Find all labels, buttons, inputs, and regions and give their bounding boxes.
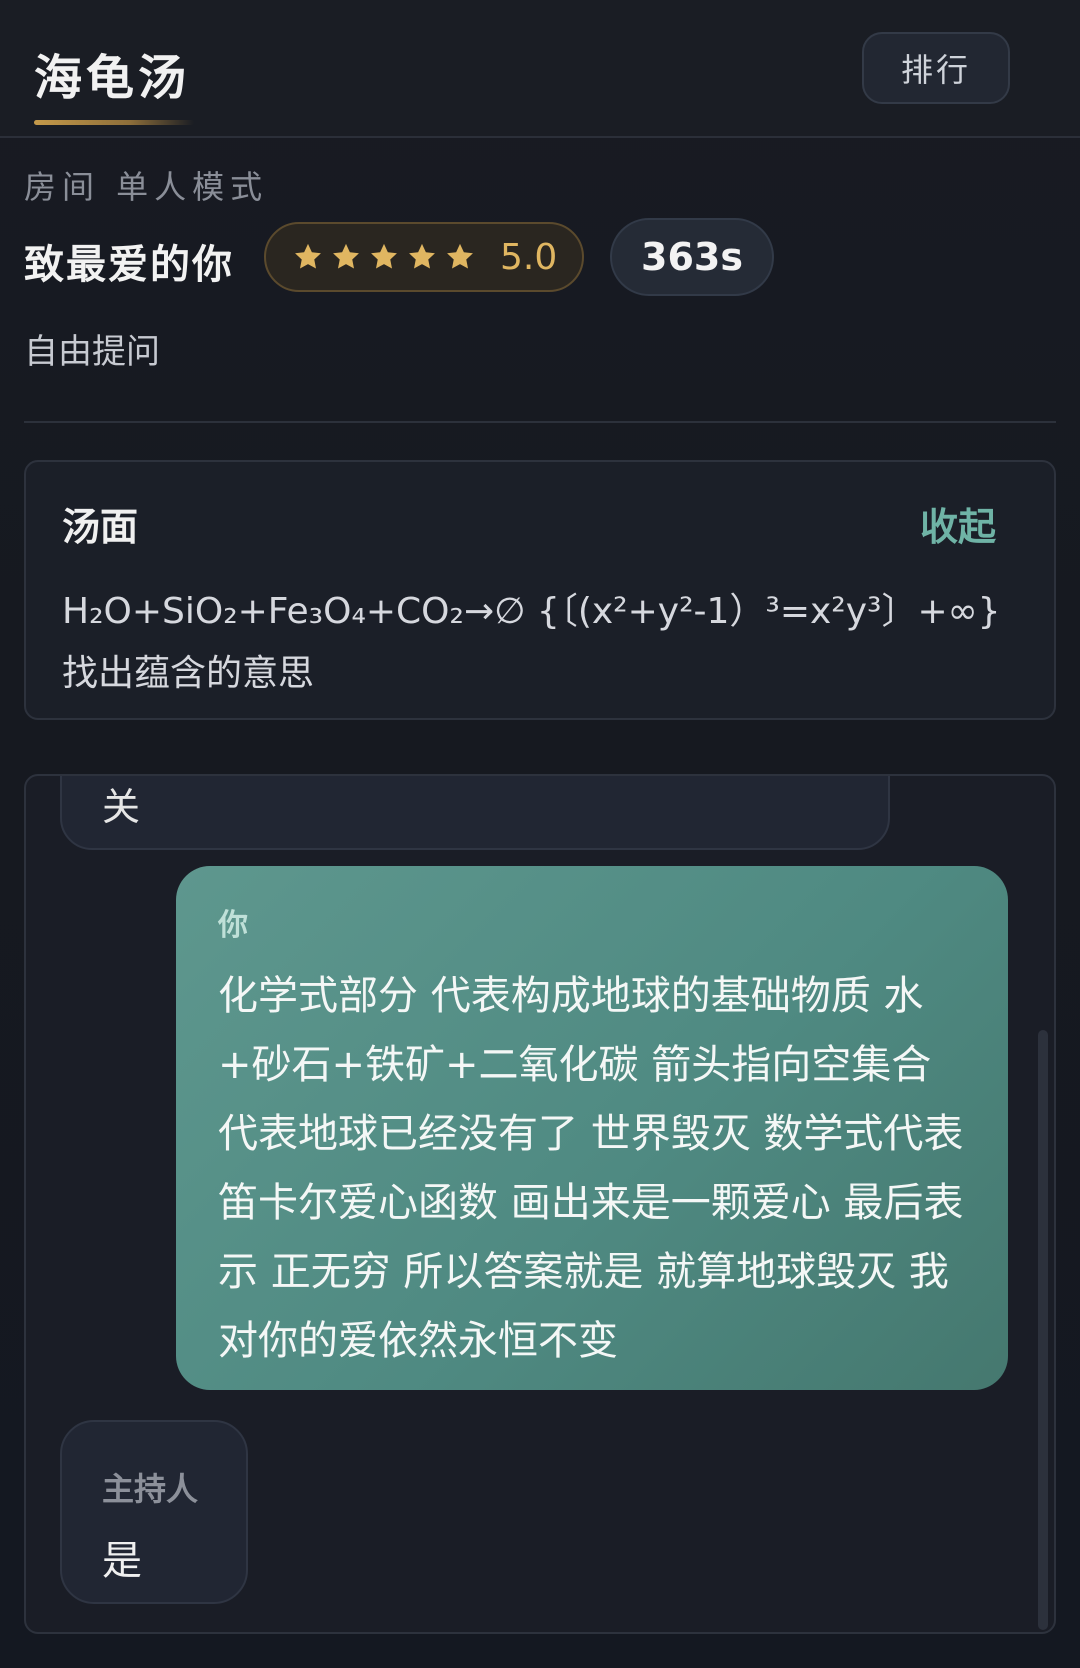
chat-panel[interactable]: 关 你 化学式部分 代表构成地球的基础物质 水+砂石+铁矿+二氧化碳 箭头指向空… — [24, 774, 1056, 1634]
soup-formula: H₂O+SiO₂+Fe₃O₄+CO₂→∅ {〔(x²+y²-1）³=x²y³〕+… — [62, 591, 1001, 632]
host-message-bubble: 主持人 是 — [60, 1420, 248, 1604]
star-rating — [292, 241, 476, 273]
star-icon — [447, 243, 473, 269]
rating-value: 5.0 — [500, 236, 558, 278]
title-underline — [34, 120, 194, 125]
message-sender: 你 — [218, 908, 248, 943]
puzzle-title: 致最爱的你 — [24, 241, 234, 288]
soup-surface-card: 汤面 收起 H₂O+SiO₂+Fe₃O₄+CO₂→∅ {〔(x²+y²-1）³=… — [24, 460, 1056, 720]
chat-scrollbar[interactable] — [1038, 1030, 1048, 1630]
soup-question: 找出蕴含的意思 — [62, 653, 315, 694]
message-sender: 主持人 — [102, 1470, 199, 1508]
message-text: 化学式部分 代表构成地球的基础物质 水+砂石+铁矿+二氧化碳 箭头指向空集合 代… — [218, 973, 964, 1364]
soup-surface-label: 汤面 — [62, 505, 139, 549]
room-mode-label: 房间 单人模式 — [24, 168, 269, 206]
message-text: 关 — [102, 785, 141, 829]
section-divider — [24, 421, 1056, 423]
game-screen: 海龟汤 排行 房间 单人模式 致最爱的你 5.0 363s 自由提问 汤面 收起… — [0, 0, 1080, 1668]
message-text: 是 — [102, 1538, 142, 1584]
star-icon — [371, 243, 397, 269]
app-title: 海龟汤 — [34, 50, 191, 106]
top-bar: 海龟汤 排行 — [0, 0, 1080, 138]
star-icon — [295, 243, 321, 269]
rating-badge: 5.0 — [264, 222, 584, 292]
star-icon — [409, 243, 435, 269]
timer-badge: 363s — [610, 218, 774, 296]
collapse-button[interactable]: 收起 — [920, 496, 996, 551]
rank-button[interactable]: 排行 — [862, 32, 1010, 104]
question-mode-label: 自由提问 — [24, 332, 160, 372]
user-message-bubble: 你 化学式部分 代表构成地球的基础物质 水+砂石+铁矿+二氧化碳 箭头指向空集合… — [176, 866, 1008, 1390]
host-message-bubble-partial: 关 — [60, 776, 890, 850]
star-icon — [333, 243, 359, 269]
